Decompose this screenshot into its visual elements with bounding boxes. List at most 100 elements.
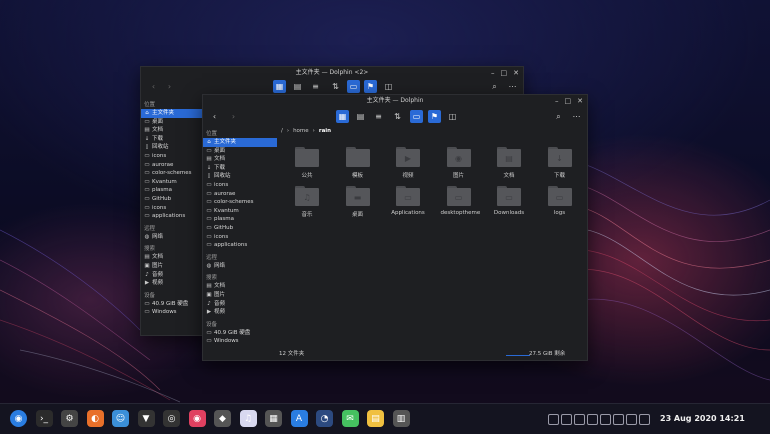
sidebar-item[interactable]: ▭ icons: [141, 204, 205, 213]
split-view-button[interactable]: ◫: [382, 80, 395, 93]
sidebar-item[interactable]: ▭ Windows: [141, 308, 205, 317]
folder-item[interactable]: ▭ logs: [542, 186, 578, 216]
updates-icon[interactable]: [600, 414, 611, 425]
terminal-icon[interactable]: ›_: [35, 410, 53, 427]
details-view-button[interactable]: ≡: [309, 80, 322, 93]
sidebar-item[interactable]: ▶ 视频: [203, 308, 277, 317]
minimize-icon[interactable]: –: [555, 97, 559, 105]
details-view-button[interactable]: ≡: [372, 110, 385, 123]
firefox-icon[interactable]: ◐: [86, 410, 104, 427]
music-app-icon[interactable]: ◎: [163, 410, 180, 427]
github-icon[interactable]: ◆: [214, 410, 231, 427]
bluetooth-icon[interactable]: [587, 414, 598, 425]
itunes-icon[interactable]: ♫: [239, 410, 257, 427]
sidebar-item[interactable]: ▭ 桌面: [141, 118, 205, 127]
sidebar-item[interactable]: ▭ plasma: [141, 186, 205, 195]
menu-icon[interactable]: ⋯: [506, 80, 519, 93]
sidebar-item[interactable]: ▭ Kvantum: [141, 178, 205, 187]
sidebar-item[interactable]: ▶ 视频: [141, 279, 205, 288]
forward-arrow-icon[interactable]: ›: [227, 110, 240, 123]
folder-item[interactable]: 公共: [289, 147, 325, 179]
sidebar-item[interactable]: ▭ 40.9 GiB 硬盘: [203, 329, 277, 338]
folder-item[interactable]: ↓ 下载: [542, 147, 578, 179]
folder-item[interactable]: ▭ desktoptheme: [441, 186, 480, 216]
sidebar-item[interactable]: ▭ plasma: [203, 215, 277, 224]
sidebar-item[interactable]: ▭ color-schemes: [141, 169, 205, 178]
sidebar-item[interactable]: ↓ 下载: [203, 164, 277, 173]
preview-button[interactable]: ▭: [410, 110, 423, 123]
sidebar-item[interactable]: ▯ 回收站: [141, 143, 205, 152]
sidebar-item[interactable]: ▭ applications: [141, 212, 205, 221]
steam-icon[interactable]: ◔: [316, 410, 333, 427]
split-view-button[interactable]: ◫: [446, 110, 459, 123]
sidebar-item[interactable]: ♪ 音频: [203, 300, 277, 309]
sidebar-item[interactable]: ⌂ 主文件夹: [203, 138, 277, 147]
back-arrow-icon[interactable]: ‹: [147, 80, 160, 93]
breadcrumb-current[interactable]: rain: [319, 128, 331, 134]
menu-icon[interactable]: ⋯: [570, 110, 583, 123]
sidebar-item[interactable]: ♪ 音频: [141, 271, 205, 280]
sidebar-item[interactable]: ▤ 文档: [141, 253, 205, 262]
folder-item[interactable]: ▶ 视频: [390, 147, 426, 179]
compact-view-button[interactable]: ▤: [291, 80, 304, 93]
sidebar-item[interactable]: ▭ Windows: [203, 337, 277, 346]
sidebar-item[interactable]: ▭ icons: [203, 233, 277, 242]
preview-button[interactable]: ▭: [347, 80, 360, 93]
sidebar-item[interactable]: ▯ 回收站: [203, 172, 277, 181]
calculator-icon[interactable]: ▦: [265, 410, 282, 427]
folder-item[interactable]: ♫ 音乐: [289, 186, 325, 218]
disk-icon[interactable]: [574, 414, 585, 425]
close-icon[interactable]: ✕: [577, 97, 583, 105]
sidebar-item[interactable]: ▭ 桌面: [203, 147, 277, 156]
network-tray-icon[interactable]: [639, 414, 650, 425]
breadcrumb-home[interactable]: home: [293, 128, 309, 134]
folder-item[interactable]: ▤ 文档: [491, 147, 527, 179]
sidebar-item[interactable]: ▤ 文档: [141, 126, 205, 135]
icons-view-button[interactable]: ▦: [273, 80, 286, 93]
folder-item[interactable]: ▭ Applications: [390, 186, 426, 216]
launcher-icon[interactable]: ◉: [10, 410, 27, 427]
forward-arrow-icon[interactable]: ›: [163, 80, 176, 93]
notes-icon[interactable]: ▤: [367, 410, 384, 427]
settings-icon[interactable]: ⚙: [61, 410, 78, 427]
volume-icon[interactable]: [613, 414, 624, 425]
maximize-icon[interactable]: □: [501, 69, 508, 77]
search-icon[interactable]: ⌕: [552, 110, 565, 123]
bookmark-button[interactable]: ⚑: [428, 110, 441, 123]
inkscape-icon[interactable]: ▼: [137, 410, 155, 427]
appstore-icon[interactable]: A: [290, 410, 308, 427]
compact-view-button[interactable]: ▤: [354, 110, 367, 123]
minimize-icon[interactable]: –: [491, 69, 495, 77]
dolphin-window-front[interactable]: 主文件夹 — Dolphin – □ ✕ ‹ › ▦ ▤ ≡ ⇅ ▭ ⚑ ◫ ⌕…: [202, 94, 588, 361]
sort-button[interactable]: ⇅: [391, 110, 404, 123]
close-icon[interactable]: ✕: [513, 69, 519, 77]
messages-icon[interactable]: ✉: [341, 410, 359, 427]
back-arrow-icon[interactable]: ‹: [208, 110, 221, 123]
sidebar-item[interactable]: ▭ icons: [203, 181, 277, 190]
maximize-icon[interactable]: □: [565, 97, 572, 105]
sidebar-item[interactable]: ◍ 网络: [203, 262, 277, 271]
netease-music-icon[interactable]: ◉: [188, 410, 206, 427]
folder-item[interactable]: ▭ Downloads: [491, 186, 527, 216]
monitor-icon[interactable]: ▥: [392, 410, 410, 427]
sidebar-item[interactable]: ▭ color-schemes: [203, 198, 277, 207]
sidebar-item[interactable]: ▭ Kvantum: [203, 207, 277, 216]
sidebar-item[interactable]: ▭ GitHub: [141, 195, 205, 204]
sidebar-item[interactable]: ▭ 40.9 GiB 硬盘: [141, 300, 205, 309]
folder-item[interactable]: ◉ 图片: [441, 147, 477, 179]
sidebar-item[interactable]: ▤ 文档: [203, 155, 277, 164]
folder-item[interactable]: 模板: [340, 147, 376, 179]
sidebar-item[interactable]: ▤ 文档: [203, 282, 277, 291]
breadcrumb-root[interactable]: /: [281, 128, 283, 134]
sort-button[interactable]: ⇅: [329, 80, 342, 93]
sidebar-item[interactable]: ▣ 图片: [203, 291, 277, 300]
sidebar-item[interactable]: ▭ GitHub: [203, 224, 277, 233]
bookmark-button[interactable]: ⚑: [364, 80, 377, 93]
sidebar-item[interactable]: ▭ applications: [203, 241, 277, 250]
battery-icon[interactable]: [626, 414, 637, 425]
search-icon[interactable]: ⌕: [488, 80, 501, 93]
sidebar-item[interactable]: ▣ 图片: [141, 262, 205, 271]
sidebar-item[interactable]: ◍ 网络: [141, 233, 205, 242]
dolphin-icon[interactable]: ☺: [112, 410, 129, 427]
sidebar-item[interactable]: ⌂ 主文件夹: [141, 109, 205, 118]
